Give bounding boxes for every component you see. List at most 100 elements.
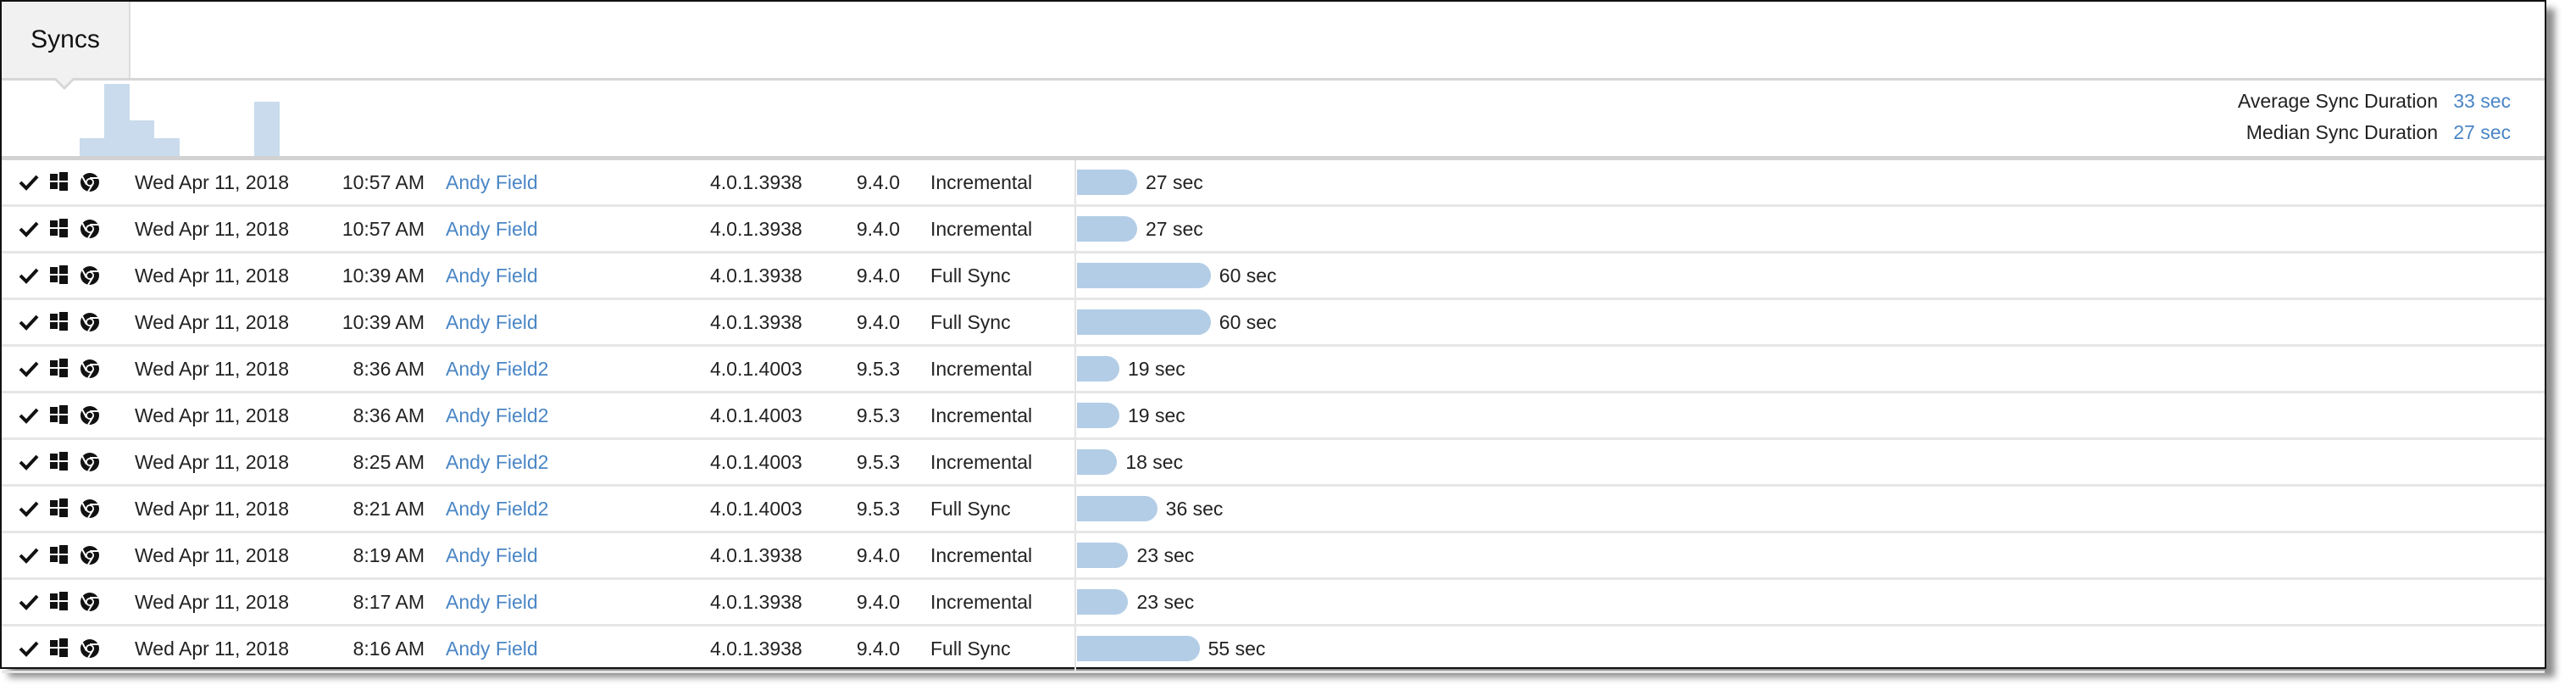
duration-label: 55 sec <box>1208 638 1266 660</box>
server-version: 9.4.0 <box>856 265 900 287</box>
sync-date: Wed Apr 11, 2018 <box>135 451 290 473</box>
server-version: 9.4.0 <box>856 311 900 333</box>
chrome-icon <box>80 545 100 565</box>
user-link[interactable]: Andy Field <box>446 207 538 251</box>
client-version: 4.0.1.3938 <box>710 638 802 660</box>
chrome-icon <box>80 638 100 659</box>
check-icon <box>19 592 39 612</box>
sync-time: 10:57 AM <box>341 171 425 193</box>
sync-type: Incremental <box>930 544 1033 566</box>
average-sync-duration: Average Sync Duration 33 sec <box>2238 86 2511 117</box>
histogram-bar <box>79 137 104 156</box>
duration-label: 19 sec <box>1127 358 1185 380</box>
column-divider <box>1074 160 1076 204</box>
server-version: 9.4.0 <box>856 218 900 240</box>
sync-time: 10:39 AM <box>341 265 425 287</box>
sync-row[interactable]: Wed Apr 11, 2018 10:39 AM Andy Field 4.0… <box>2 300 2545 347</box>
sync-time: 8:25 AM <box>353 451 425 473</box>
user-link[interactable]: Andy Field <box>446 580 538 624</box>
client-version: 4.0.1.3938 <box>710 218 802 240</box>
windows-icon <box>49 265 69 286</box>
server-version: 9.5.3 <box>856 358 900 380</box>
duration-bar <box>1077 403 1119 428</box>
check-icon <box>19 452 39 472</box>
histogram-bar <box>104 84 130 156</box>
tab-bar: Syncs <box>2 2 2545 81</box>
client-version: 4.0.1.4003 <box>710 404 802 426</box>
sync-row[interactable]: Wed Apr 11, 2018 8:36 AM Andy Field2 4.0… <box>2 347 2545 393</box>
column-divider <box>1074 533 1076 577</box>
tab-label: Syncs <box>31 25 100 53</box>
sync-row[interactable]: Wed Apr 11, 2018 8:19 AM Andy Field 4.0.… <box>2 533 2545 580</box>
duration-bar <box>1077 216 1137 242</box>
sync-type: Incremental <box>930 404 1033 426</box>
client-version: 4.0.1.3938 <box>710 171 802 193</box>
user-link[interactable]: Andy Field2 <box>446 393 548 437</box>
sync-date: Wed Apr 11, 2018 <box>135 544 290 566</box>
client-version: 4.0.1.3938 <box>710 311 802 333</box>
sync-time: 8:17 AM <box>353 591 425 613</box>
sync-time: 8:36 AM <box>353 358 425 380</box>
sync-row[interactable]: Wed Apr 11, 2018 10:39 AM Andy Field 4.0… <box>2 253 2545 300</box>
chrome-icon <box>80 498 100 519</box>
tab-syncs[interactable]: Syncs <box>2 2 130 78</box>
histogram-bar <box>254 102 280 156</box>
user-link[interactable]: Andy Field2 <box>446 440 548 484</box>
user-link[interactable]: Andy Field <box>446 253 538 298</box>
sync-row[interactable]: Wed Apr 11, 2018 8:16 AM Andy Field 4.0.… <box>2 627 2545 673</box>
histogram-bar <box>154 137 180 156</box>
sync-date: Wed Apr 11, 2018 <box>135 218 290 240</box>
check-icon <box>19 265 39 286</box>
sync-row[interactable]: Wed Apr 11, 2018 10:57 AM Andy Field 4.0… <box>2 160 2545 207</box>
client-version: 4.0.1.3938 <box>710 544 802 566</box>
windows-icon <box>49 545 69 565</box>
user-link[interactable]: Andy Field <box>446 533 538 577</box>
sync-time: 8:21 AM <box>353 498 425 520</box>
client-version: 4.0.1.4003 <box>710 498 802 520</box>
server-version: 9.4.0 <box>856 638 900 660</box>
sync-type: Incremental <box>930 171 1033 193</box>
windows-icon <box>49 219 69 239</box>
sync-row[interactable]: Wed Apr 11, 2018 8:36 AM Andy Field2 4.0… <box>2 393 2545 440</box>
sync-time: 10:39 AM <box>341 311 425 333</box>
client-version: 4.0.1.4003 <box>710 358 802 380</box>
user-link[interactable]: Andy Field <box>446 160 538 204</box>
check-icon <box>19 498 39 519</box>
column-divider <box>1074 300 1076 344</box>
sync-row[interactable]: Wed Apr 11, 2018 10:57 AM Andy Field 4.0… <box>2 207 2545 253</box>
duration-label: 23 sec <box>1136 591 1195 613</box>
user-link[interactable]: Andy Field <box>446 300 538 344</box>
sync-time: 8:19 AM <box>353 544 425 566</box>
chrome-icon <box>80 592 100 612</box>
user-link[interactable]: Andy Field2 <box>446 487 548 531</box>
sync-date: Wed Apr 11, 2018 <box>135 638 290 660</box>
client-version: 4.0.1.3938 <box>710 265 802 287</box>
duration-bar <box>1077 496 1158 521</box>
sync-row[interactable]: Wed Apr 11, 2018 8:21 AM Andy Field2 4.0… <box>2 487 2545 533</box>
server-version: 9.4.0 <box>856 591 900 613</box>
chrome-icon <box>80 172 100 192</box>
user-link[interactable]: Andy Field2 <box>446 347 548 391</box>
sync-type: Full Sync <box>930 311 1011 333</box>
server-version: 9.5.3 <box>856 451 900 473</box>
average-value: 33 sec <box>2453 90 2511 112</box>
check-icon <box>19 638 39 659</box>
user-link[interactable]: Andy Field <box>446 627 538 671</box>
client-version: 4.0.1.4003 <box>710 451 802 473</box>
histogram-bar <box>129 120 154 156</box>
server-version: 9.5.3 <box>856 498 900 520</box>
windows-icon <box>49 452 69 472</box>
sync-row[interactable]: Wed Apr 11, 2018 8:17 AM Andy Field 4.0.… <box>2 580 2545 627</box>
sync-time: 8:36 AM <box>353 404 425 426</box>
duration-bar <box>1077 263 1211 288</box>
sync-date: Wed Apr 11, 2018 <box>135 265 290 287</box>
duration-bar <box>1077 636 1200 661</box>
windows-icon <box>49 405 69 426</box>
average-label: Average Sync Duration <box>2237 90 2438 112</box>
check-icon <box>19 359 39 379</box>
check-icon <box>19 172 39 192</box>
duration-label: 18 sec <box>1125 451 1184 473</box>
duration-bar <box>1077 589 1129 615</box>
sync-row[interactable]: Wed Apr 11, 2018 8:25 AM Andy Field2 4.0… <box>2 440 2545 487</box>
chrome-icon <box>80 452 100 472</box>
